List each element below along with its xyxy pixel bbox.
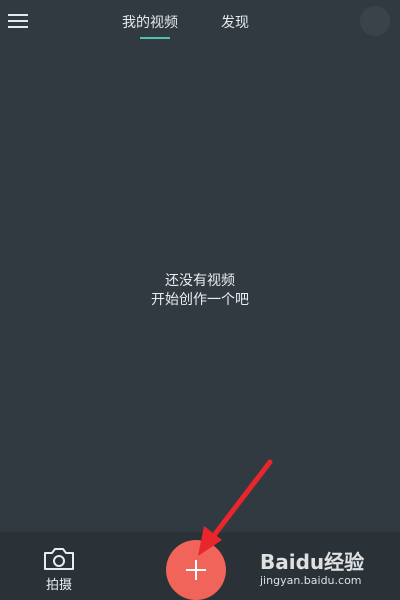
empty-state-line-1: 还没有视频 (165, 273, 235, 289)
tab-my-videos[interactable]: 我的视频 (122, 12, 178, 32)
watermark-sub: jingyan.baidu.com (260, 574, 362, 587)
shoot-button[interactable]: 拍摄 (34, 546, 84, 596)
top-bar: 我的视频 发现 (0, 0, 400, 44)
tab-discover[interactable]: 发现 (221, 12, 249, 32)
empty-state-message: 还没有视频 开始创作一个吧 (0, 272, 400, 310)
menu-icon[interactable] (6, 10, 30, 32)
active-tab-indicator (140, 37, 170, 39)
empty-state-line-2: 开始创作一个吧 (151, 292, 249, 308)
plus-icon (185, 559, 207, 585)
add-video-button[interactable] (166, 540, 226, 600)
avatar[interactable] (360, 6, 390, 36)
camera-icon (42, 546, 76, 576)
watermark-main: Baidu经验 (260, 550, 365, 574)
watermark: Baidu经验 jingyan.baidu.com (260, 544, 395, 594)
shoot-label: 拍摄 (45, 578, 72, 593)
